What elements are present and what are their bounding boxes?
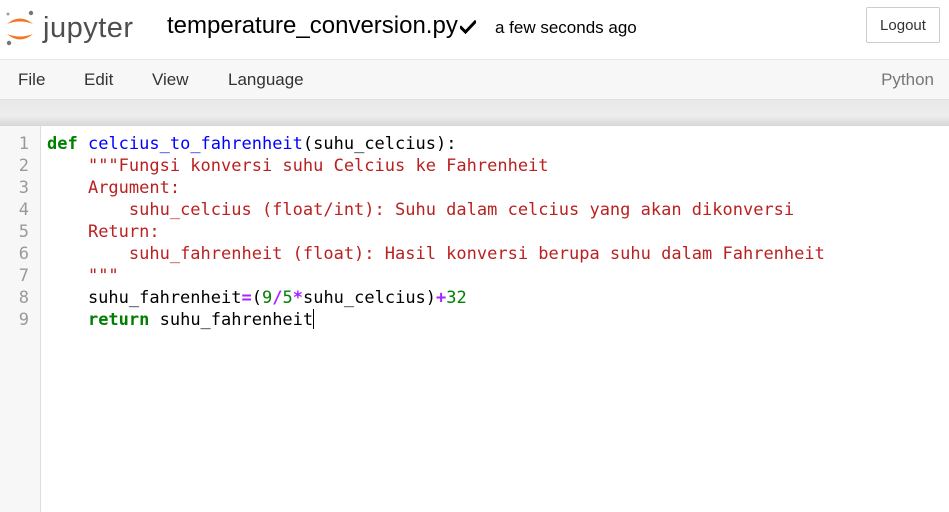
- code-token: suhu_fahrenheit (float): Hasil konversi …: [128, 244, 825, 264]
- code-token: celcius_to_fahrenheit: [87, 134, 303, 154]
- code-token: """Fungsi konversi suhu Celcius ke Fahre…: [87, 156, 549, 176]
- code-line[interactable]: Argument:: [47, 177, 180, 199]
- code-line[interactable]: Return:: [47, 221, 160, 243]
- code-line[interactable]: def celcius_to_fahrenheit(suhu_celcius):: [47, 133, 456, 155]
- code-line[interactable]: return suhu_fahrenheit: [47, 309, 315, 331]
- header: jupyter temperature_conversion.py a few …: [0, 0, 949, 59]
- checkmark-icon: [459, 19, 476, 34]
- line-number: 3: [18, 178, 29, 198]
- code-token: 5: [282, 288, 293, 308]
- text-cursor: [313, 309, 315, 329]
- code-token: (: [251, 288, 262, 308]
- code-token: Argument:: [87, 178, 181, 198]
- line-number: 9: [18, 310, 29, 330]
- language-indicator: Python: [881, 70, 934, 89]
- line-number: 2: [18, 156, 29, 176]
- line-number: 6: [18, 244, 29, 264]
- filename-text[interactable]: temperature_conversion.py: [167, 12, 458, 39]
- code-token: =: [241, 288, 252, 308]
- code-token: suhu_fahrenheit: [149, 310, 314, 330]
- code-token: /: [272, 288, 283, 308]
- logout-button[interactable]: Logout: [866, 7, 940, 43]
- jupyter-logo-icon: [6, 10, 34, 46]
- code-token: 32: [446, 288, 467, 308]
- line-number-gutter: 1 2 3 4 5 6 7 8 9: [0, 126, 41, 512]
- code-token: """: [87, 266, 119, 286]
- code-token: suhu_celcius (float/int): Suhu dalam cel…: [128, 200, 795, 220]
- code-token: *: [292, 288, 303, 308]
- code-token: (suhu_celcius):: [302, 134, 457, 154]
- menu-language[interactable]: Language: [228, 70, 304, 90]
- code-token: Return:: [87, 222, 160, 242]
- menu-file[interactable]: File: [18, 70, 45, 90]
- jupyter-logo[interactable]: jupyter: [4, 8, 154, 48]
- code-line[interactable]: suhu_fahrenheit=(9/5*suhu_celcius)+32: [47, 287, 467, 309]
- code-token: def: [47, 134, 78, 154]
- line-number: 1: [18, 134, 29, 154]
- menubar: File Edit View Language Python: [0, 59, 949, 100]
- code-line[interactable]: """: [47, 265, 119, 287]
- code-line[interactable]: """Fungsi konversi suhu Celcius ke Fahre…: [47, 155, 549, 177]
- code-token: return: [87, 310, 150, 330]
- line-number: 7: [18, 266, 29, 286]
- code-line[interactable]: suhu_fahrenheit (float): Hasil konversi …: [47, 243, 825, 265]
- header-separator: [0, 100, 949, 126]
- code-token: suhu_fahrenheit: [47, 288, 242, 308]
- logo-text: jupyter: [43, 12, 134, 44]
- line-number: 5: [18, 222, 29, 242]
- file-title[interactable]: temperature_conversion.py: [167, 12, 476, 40]
- menu-view[interactable]: View: [152, 70, 189, 90]
- line-number: 8: [18, 288, 29, 308]
- code-token: suhu_celcius): [302, 288, 437, 308]
- code-token: 9: [261, 288, 273, 308]
- save-status: a few seconds ago: [495, 18, 637, 37]
- code-line[interactable]: suhu_celcius (float/int): Suhu dalam cel…: [47, 199, 794, 221]
- line-number: 4: [18, 200, 29, 220]
- menu-edit[interactable]: Edit: [84, 70, 113, 90]
- code-editor[interactable]: 1 2 3 4 5 6 7 8 9 def celcius_to_fahrenh…: [0, 126, 949, 512]
- code-token: +: [436, 288, 447, 308]
